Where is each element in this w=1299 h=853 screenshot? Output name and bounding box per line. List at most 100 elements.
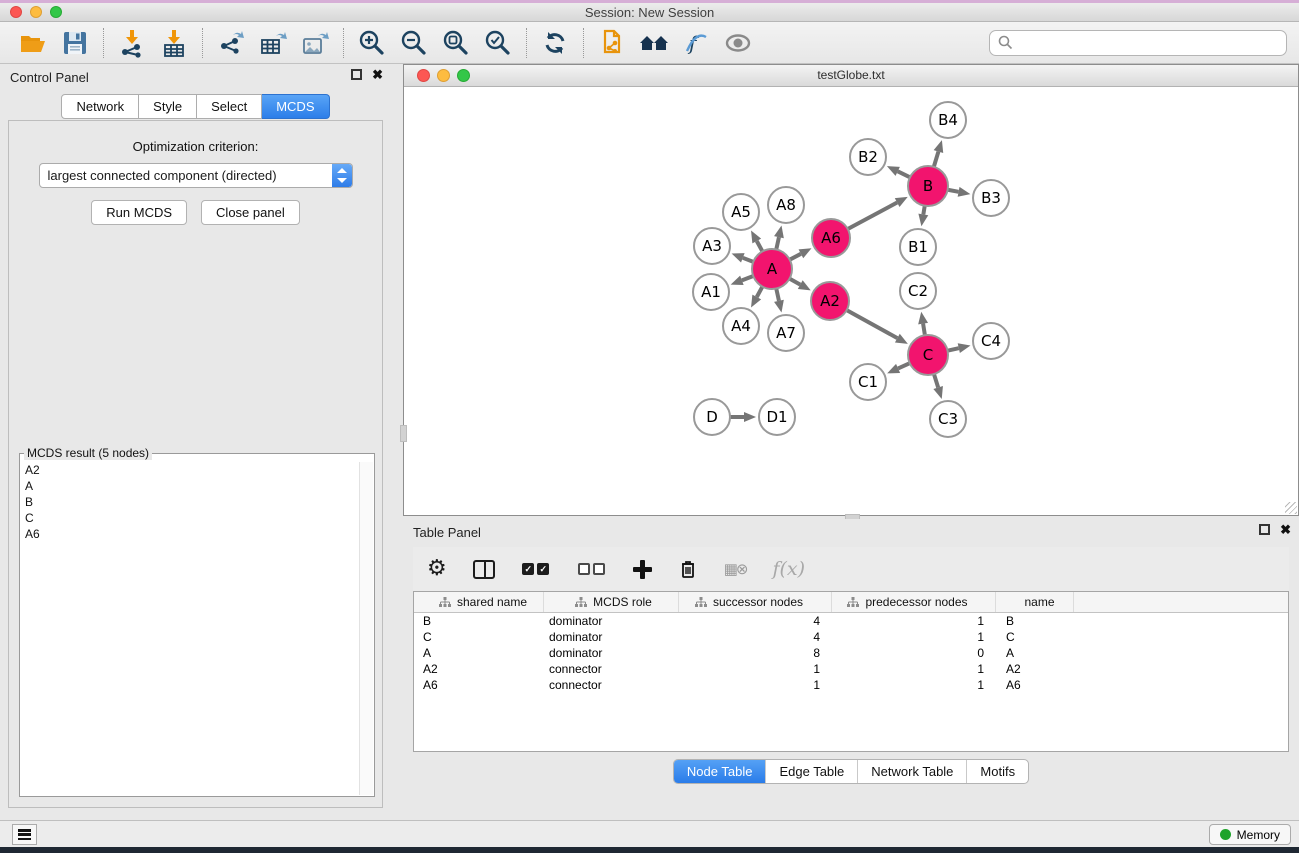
table-settings-icon[interactable]: ⚙: [427, 558, 447, 580]
cell-predecessor-nodes[interactable]: 1: [832, 661, 996, 677]
export-image-icon[interactable]: [294, 25, 336, 61]
delete-table-icon[interactable]: ▦⊗: [724, 560, 747, 578]
save-session-icon[interactable]: [54, 25, 96, 61]
column-header-shared-name[interactable]: shared name: [414, 592, 544, 612]
close-panel-icon[interactable]: ✖: [1280, 524, 1291, 535]
table-row[interactable]: C dominator 4 1 C: [414, 629, 1288, 645]
list-item[interactable]: A2: [21, 462, 358, 478]
import-table-icon[interactable]: [153, 25, 195, 61]
graph-edge-A-A7[interactable]: [776, 289, 779, 301]
list-item[interactable]: B: [21, 494, 358, 510]
cell-shared-name[interactable]: A2: [414, 661, 544, 677]
hide-selected-icon[interactable]: f: [675, 25, 717, 61]
criterion-select[interactable]: largest connected component (directed): [39, 163, 353, 188]
graph-edge-C-C2[interactable]: [923, 324, 925, 336]
network-window-titlebar[interactable]: testGlobe.txt: [404, 65, 1298, 87]
close-panel-icon[interactable]: ✖: [372, 69, 383, 80]
memory-button[interactable]: Memory: [1209, 824, 1291, 845]
cell-shared-name[interactable]: A: [414, 645, 544, 661]
cell-predecessor-nodes[interactable]: 0: [832, 645, 996, 661]
graph-edge-A2-C[interactable]: [847, 310, 898, 338]
graph-edge-C-C1[interactable]: [898, 363, 910, 368]
column-header-mcds-role[interactable]: MCDS role: [544, 592, 679, 612]
graph-edge-B-B3[interactable]: [948, 190, 959, 192]
zoom-out-icon[interactable]: [393, 25, 435, 61]
function-builder-icon[interactable]: f(x): [772, 558, 805, 580]
vertical-split-handle[interactable]: [400, 425, 407, 442]
graph-edge-A-A4[interactable]: [757, 287, 763, 297]
list-item[interactable]: A: [21, 478, 358, 494]
cell-name[interactable]: C: [996, 629, 1074, 645]
cell-successor-nodes[interactable]: 1: [679, 661, 832, 677]
tab-network[interactable]: Network: [61, 94, 139, 119]
cell-mcds-role[interactable]: dominator: [544, 613, 679, 629]
network-canvas[interactable]: B4B2BB3A8A5A6A3B1AA1C2A2A4A7C4CC1DD1C3: [404, 87, 1298, 515]
window-resize-handle[interactable]: [1285, 502, 1297, 514]
close-panel-button[interactable]: Close panel: [201, 200, 300, 225]
table-row[interactable]: A2 connector 1 1 A2: [414, 661, 1288, 677]
toggle-column-view-icon[interactable]: [473, 560, 495, 579]
list-item[interactable]: A6: [21, 526, 358, 542]
cell-successor-nodes[interactable]: 4: [679, 613, 832, 629]
table-row[interactable]: A dominator 8 0 A: [414, 645, 1288, 661]
zoom-selected-icon[interactable]: [477, 25, 519, 61]
search-input[interactable]: [1013, 35, 1278, 50]
cell-name[interactable]: A: [996, 645, 1074, 661]
cell-name[interactable]: B: [996, 613, 1074, 629]
float-panel-icon[interactable]: [351, 69, 362, 80]
graph-edge-A-A3[interactable]: [743, 258, 754, 262]
cell-mcds-role[interactable]: dominator: [544, 629, 679, 645]
graph-edge-A-A5[interactable]: [757, 241, 763, 251]
graph-edge-A-A6[interactable]: [790, 254, 801, 260]
cell-successor-nodes[interactable]: 8: [679, 645, 832, 661]
import-network-icon[interactable]: [111, 25, 153, 61]
table-row[interactable]: A6 connector 1 1 A6: [414, 677, 1288, 693]
refresh-layout-icon[interactable]: [534, 25, 576, 61]
cell-shared-name[interactable]: B: [414, 613, 544, 629]
graph-edge-A-A2[interactable]: [790, 279, 801, 285]
export-network-icon[interactable]: [210, 25, 252, 61]
tab-mcds[interactable]: MCDS: [262, 94, 329, 119]
show-graphics-details-icon[interactable]: [717, 25, 759, 61]
titlebar[interactable]: Session: New Session: [0, 3, 1299, 22]
graph-edge-A-A8[interactable]: [776, 237, 779, 249]
graph-edge-B-B4[interactable]: [934, 152, 939, 167]
zoom-fit-icon[interactable]: [435, 25, 477, 61]
delete-column-icon[interactable]: [678, 558, 698, 580]
graph-edge-C-C3[interactable]: [934, 374, 938, 387]
cell-mcds-role[interactable]: connector: [544, 661, 679, 677]
tab-style[interactable]: Style: [139, 94, 197, 119]
run-mcds-button[interactable]: Run MCDS: [91, 200, 187, 225]
cell-shared-name[interactable]: A6: [414, 677, 544, 693]
tab-select[interactable]: Select: [197, 94, 262, 119]
deselect-all-columns-icon[interactable]: [577, 563, 607, 575]
cell-successor-nodes[interactable]: 4: [679, 629, 832, 645]
new-network-from-selection-icon[interactable]: [591, 25, 633, 61]
select-all-columns-icon[interactable]: ✓✓: [521, 563, 551, 575]
scrollbar[interactable]: [359, 462, 373, 795]
graph-edge-A6-B[interactable]: [848, 203, 897, 229]
list-item[interactable]: C: [21, 510, 358, 526]
tab-network-table[interactable]: Network Table: [857, 760, 966, 783]
tab-motifs[interactable]: Motifs: [966, 760, 1028, 783]
cell-predecessor-nodes[interactable]: 1: [832, 629, 996, 645]
tab-node-table[interactable]: Node Table: [674, 760, 766, 783]
tab-edge-table[interactable]: Edge Table: [765, 760, 857, 783]
cell-mcds-role[interactable]: dominator: [544, 645, 679, 661]
cell-shared-name[interactable]: C: [414, 629, 544, 645]
graph-edge-A-A1[interactable]: [742, 276, 753, 280]
float-panel-icon[interactable]: [1259, 524, 1270, 535]
task-history-button[interactable]: [12, 824, 37, 845]
cell-name[interactable]: A6: [996, 677, 1074, 693]
graph-edge-B-B1[interactable]: [923, 206, 924, 215]
cell-name[interactable]: A2: [996, 661, 1074, 677]
export-table-icon[interactable]: [252, 25, 294, 61]
zoom-in-icon[interactable]: [351, 25, 393, 61]
search-field[interactable]: [989, 30, 1287, 56]
column-header-successor-nodes[interactable]: successor nodes: [679, 592, 832, 612]
first-neighbors-icon[interactable]: [633, 25, 675, 61]
graph-edge-B-B2[interactable]: [898, 171, 910, 177]
cell-predecessor-nodes[interactable]: 1: [832, 677, 996, 693]
create-column-icon[interactable]: [633, 560, 652, 579]
column-header-predecessor-nodes[interactable]: predecessor nodes: [832, 592, 996, 612]
